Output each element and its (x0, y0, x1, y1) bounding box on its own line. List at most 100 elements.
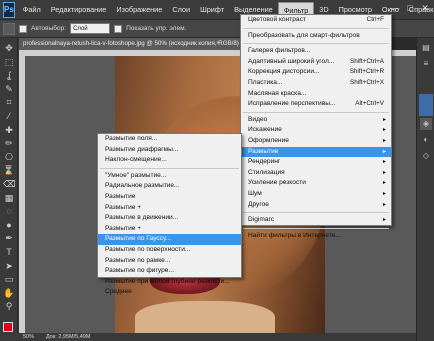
menu-item[interactable]: Рендеринг ▸ (241, 157, 391, 168)
menu-item[interactable]: Преобразовать для смарт-фильтров (241, 31, 391, 42)
show-controls-checkbox[interactable] (114, 24, 123, 33)
submenu-arrow-icon: ▸ (382, 159, 386, 166)
clone-stamp-icon[interactable]: ⎔ (3, 151, 15, 163)
menu-item[interactable]: Видео ▸ (241, 115, 391, 126)
crop-icon[interactable]: ⌗ (3, 96, 15, 108)
menu-item[interactable]: Найти фильтры в Интернете... (241, 231, 391, 242)
menu-item[interactable]: "Умное" размытие... (98, 171, 241, 182)
quick-select-icon[interactable]: ✎ (3, 83, 15, 95)
menu-item[interactable]: Среднее (98, 287, 241, 298)
maximize-button[interactable]: □ (404, 3, 416, 15)
brush-icon[interactable]: ✏ (3, 137, 15, 149)
menu-item-label: Размытие по фигуре... (105, 267, 174, 275)
layers-panel-icon[interactable]: ◈ (420, 118, 432, 130)
menu-item-label: Другое (248, 200, 269, 208)
menu-item-label: Размытие поля... (105, 135, 158, 142)
menu-item[interactable]: Размытие + (98, 203, 241, 214)
menu-item[interactable]: Наклон-смещение... (98, 155, 241, 166)
hand-icon[interactable]: ✋ (3, 287, 15, 299)
history-panel-icon[interactable]: ▤ (420, 42, 432, 54)
move-tool-preset-icon[interactable] (3, 22, 15, 35)
autoselect-checkbox[interactable] (19, 24, 27, 33)
menu-2[interactable]: Изображение (111, 2, 167, 18)
history-brush-icon[interactable]: ⌛ (3, 164, 15, 176)
menu-1[interactable]: Редактирование (46, 2, 112, 18)
paths-panel-icon[interactable]: ◇ (420, 150, 432, 162)
menu-item-label: "Умное" размытие... (105, 171, 167, 179)
menu-item[interactable]: Размытие поля... (98, 134, 241, 145)
menu-item[interactable]: Размытие по рамке... (98, 256, 241, 267)
menu-item-label: Размытие диафрагмы... (105, 145, 179, 153)
submenu-arrow-icon: ▸ (382, 169, 386, 176)
shape-icon[interactable]: ▭ (3, 273, 15, 285)
type-icon[interactable]: T (3, 246, 15, 258)
menu-item[interactable]: Digimarc ▸ (241, 215, 391, 226)
menu-item[interactable]: Искажение ▸ (241, 125, 391, 136)
menu-item-shortcut: Shift+Ctrl+R (349, 68, 384, 76)
menu-item[interactable]: Другое ▸ (241, 200, 391, 211)
autoselect-dropdown[interactable]: Слой (70, 23, 111, 34)
menu-item-label: Размытие в движении... (105, 214, 179, 222)
menu-item[interactable]: Шум ▸ (241, 189, 391, 200)
menu-item-label: Шум (248, 189, 262, 197)
menu-item[interactable]: Коррекция дисторсии... Shift+Ctrl+R (241, 67, 391, 78)
menu-item[interactable]: Размытие диафрагмы... (98, 145, 241, 156)
menu-item[interactable]: Размытие по Гауссу... (98, 234, 241, 245)
menu-3[interactable]: Слои (167, 2, 195, 18)
menu-item-label: Размытие (248, 147, 279, 155)
foreground-color-swatch[interactable] (3, 322, 13, 332)
menu-item[interactable]: Размытие при малой глубине резкости... (98, 277, 241, 288)
menu-item[interactable]: Пластика... Shift+Ctrl+X (241, 78, 391, 89)
menu-0[interactable]: Файл (18, 2, 46, 18)
path-select-icon[interactable]: ➤ (3, 260, 15, 272)
close-window-button[interactable]: ✕ (419, 3, 431, 15)
menu-item[interactable]: Размытие ▸ (241, 146, 391, 158)
menu-item[interactable]: Размытие по поверхности... (98, 245, 241, 256)
submenu-arrow-icon: ▸ (382, 127, 386, 134)
submenu-arrow-icon: ▸ (382, 137, 386, 144)
eyedropper-icon[interactable]: ⁄ (3, 110, 15, 122)
menu-item[interactable]: Размытие + (98, 224, 241, 235)
pen-icon[interactable]: ✒ (3, 232, 15, 244)
menu-item[interactable]: Адаптивный широкий угол... Shift+Ctrl+A (241, 57, 391, 68)
menu-item-label: Исправление перспективы... (248, 100, 336, 108)
lasso-icon[interactable]: ʆ (3, 69, 15, 81)
submenu-arrow-icon: ▸ (382, 116, 386, 123)
menu-item[interactable]: Цветовой контраст Ctrl+F (241, 15, 391, 26)
menu-item-label: Масляная краска... (248, 89, 307, 97)
menu-item[interactable]: Галерея фильтров... (241, 46, 391, 57)
tools-panel: ✥ ⬚ ʆ ✎ ⌗ ⁄ ✚ ✏ ⎔ ⌛ ⌫ ▦ ◌ ● ✒ T ➤ ▭ ✋ ⚲ (0, 38, 18, 333)
dodge-icon[interactable]: ● (3, 219, 15, 231)
close-tab-icon[interactable]: × (216, 38, 220, 50)
menu-item[interactable]: Радиальное размытие... (98, 181, 241, 192)
menu-item-label: Галерея фильтров... (248, 47, 311, 55)
menu-item[interactable]: Исправление перспективы... Alt+Ctrl+V (241, 99, 391, 110)
menu-item-label: Наклон-смещение... (105, 156, 167, 164)
menu-item-label: Усиление резкости (248, 179, 306, 187)
menu-item-shortcut: Alt+Ctrl+V (355, 100, 384, 108)
zoom-icon[interactable]: ⚲ (3, 300, 15, 312)
properties-panel-icon[interactable]: ≡ (420, 58, 432, 70)
healing-icon[interactable]: ✚ (3, 124, 15, 136)
menu-4[interactable]: Шрифт (195, 2, 229, 18)
marquee-icon[interactable]: ⬚ (3, 56, 15, 68)
zoom-level[interactable]: 50% (23, 334, 34, 340)
move-icon[interactable]: ✥ (3, 42, 15, 54)
submenu-arrow-icon: ▸ (382, 148, 386, 155)
menu-item[interactable]: Оформление ▸ (241, 136, 391, 147)
menu-item[interactable]: Масляная краска... (241, 89, 391, 100)
gradient-icon[interactable]: ▦ (3, 192, 15, 204)
menu-item[interactable]: Размытие (98, 192, 241, 203)
menu-separator (243, 27, 389, 29)
channels-panel-icon[interactable]: ◐ (420, 134, 432, 146)
blur-tool-icon[interactable]: ◌ (3, 205, 15, 217)
eraser-icon[interactable]: ⌫ (3, 178, 16, 190)
menu-item[interactable]: Стилизация ▸ (241, 168, 391, 179)
menu-item[interactable]: Размытие по фигуре... (98, 266, 241, 277)
menu-item-label: Найти фильтры в Интернете... (248, 231, 341, 239)
document-tab[interactable]: professionalnaya-retush-lica-v-fotoshope… (19, 38, 243, 50)
menu-item[interactable]: Размытие в движении... (98, 213, 241, 224)
submenu-arrow-icon: ▸ (382, 201, 386, 208)
menu-item-label: Размытие + (105, 203, 142, 211)
menu-item[interactable]: Усиление резкости ▸ (241, 178, 391, 189)
